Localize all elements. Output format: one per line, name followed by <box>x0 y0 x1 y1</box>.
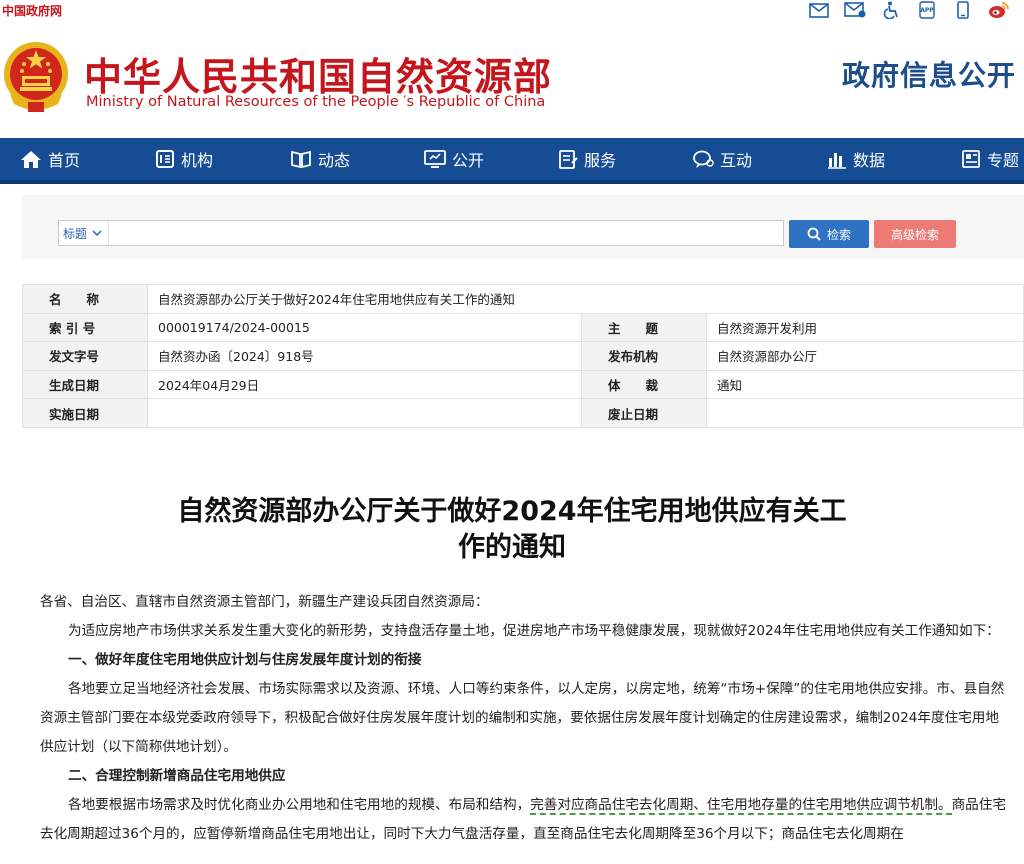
document-title: 自然资源部办公厅关于做好2024年住宅用地供应有关工 作的通知 <box>100 494 924 566</box>
search-area: 标题 检索 高级检索 <box>22 195 1024 259</box>
section2-text-a: 各地要根据市场需求及时优化商业办公用地和住宅用地的规模、布局和结构， <box>68 797 531 813</box>
advanced-search-button[interactable]: 高级检索 <box>874 220 956 248</box>
meta-row: 发文字号 自然资办函〔2024〕918号 发布机构 自然资源部办公厅 <box>22 341 1024 371</box>
salutation: 各省、自治区、直辖市自然资源主管部门，新疆生产建设兵团自然资源局： <box>40 594 489 610</box>
nav-item-news[interactable]: 动态 <box>290 138 350 180</box>
gov-info-disclosure-title[interactable]: 政府信息公开 <box>842 54 1016 94</box>
section2-heading: 二、合理控制新增商品住宅用地供应 <box>68 768 286 784</box>
document-title-line1: 自然资源部办公厅关于做好2024年住宅用地供应有关工 <box>177 496 847 527</box>
national-emblem-icon <box>2 40 70 116</box>
search-button-label: 检索 <box>826 227 851 242</box>
meta-value-docno: 自然资办函〔2024〕918号 <box>147 341 582 371</box>
meta-label-index: 索 引 号 <box>22 312 148 343</box>
meta-label-genre: 体 裁 <box>581 369 707 400</box>
meta-label-name: 名 称 <box>22 284 148 314</box>
service-icon <box>559 150 578 169</box>
meta-row: 生成日期 2024年04月29日 体 裁 通知 <box>22 369 1024 400</box>
nav-item-data[interactable]: 数据 <box>827 138 885 180</box>
search-field-select[interactable]: 标题 <box>59 221 109 245</box>
nav-label: 首页 <box>48 151 81 170</box>
meta-label-effective: 实施日期 <box>22 398 148 428</box>
nav-label: 机构 <box>181 151 214 170</box>
intro-paragraph: 为适应房地产市场供求关系发生重大变化的新形势，支持盘活存量土地，促进房地产市场平… <box>68 623 1000 639</box>
nav-label: 服务 <box>584 151 617 170</box>
search-box: 标题 <box>58 220 784 246</box>
email-subscribe-icon[interactable] <box>844 1 866 19</box>
chevron-down-icon <box>92 230 102 237</box>
nav-label: 动态 <box>318 151 351 170</box>
meta-value-issuer: 自然资源部办公厅 <box>706 341 1024 371</box>
app-icon[interactable]: APP <box>916 1 938 19</box>
meta-value-index: 000019174/2024-00015 <box>147 312 582 343</box>
institution-icon <box>156 150 174 168</box>
site-title-en: Ministry of Natural Resources of the Peo… <box>86 94 546 110</box>
meta-row: 索 引 号 000019174/2024-00015 主 题 自然资源开发利用 <box>22 312 1024 343</box>
nav-item-interaction[interactable]: 互动 <box>692 138 752 180</box>
nav-label: 互动 <box>720 151 753 170</box>
document-meta-table: 名 称 自然资源部办公厅关于做好2024年住宅用地供应有关工作的通知 索 引 号… <box>22 284 1024 428</box>
nav-item-home[interactable]: 首页 <box>20 138 80 180</box>
app-icon-text: APP <box>920 6 934 14</box>
nav-item-disclosure[interactable]: 公开 <box>424 138 484 180</box>
meta-value-genre: 通知 <box>706 369 1024 400</box>
search-field-label: 标题 <box>63 226 88 241</box>
nav-label: 公开 <box>452 151 485 170</box>
news-icon <box>291 150 311 169</box>
meta-value-date: 2024年04月29日 <box>147 369 582 400</box>
data-icon <box>828 153 846 169</box>
meta-label-expiry: 废止日期 <box>581 398 707 428</box>
meta-label-docno: 发文字号 <box>22 341 148 371</box>
search-input[interactable] <box>109 221 783 245</box>
meta-row: 名 称 自然资源部办公厅关于做好2024年住宅用地供应有关工作的通知 <box>22 284 1024 314</box>
meta-value-topic: 自然资源开发利用 <box>706 312 1024 343</box>
utility-icons: APP <box>808 0 1010 20</box>
meta-label-issuer: 发布机构 <box>581 341 707 371</box>
meta-row: 实施日期 废止日期 <box>22 398 1024 428</box>
nav-item-service[interactable]: 服务 <box>558 138 616 180</box>
accessibility-icon[interactable] <box>880 1 902 19</box>
main-nav: 首页 机构 动态 公开 服务 互动 数据 专题 <box>0 138 1024 184</box>
nav-item-topic[interactable]: 专题 <box>961 138 1019 180</box>
site-header: 中华人民共和国自然资源部 Ministry of Natural Resourc… <box>0 22 1024 138</box>
section2-paragraph: 各地要根据市场需求及时优化商业办公用地和住宅用地的规模、布局和结构，完善对应商品… <box>40 791 1008 849</box>
section2-highlighted-text: 完善对应商品住宅去化周期、住宅用地存量的住宅用地供应调节机制。 <box>530 797 952 815</box>
document-body: 各省、自治区、直辖市自然资源主管部门，新疆生产建设兵团自然资源局： 为适应房地产… <box>40 588 1008 849</box>
disclosure-icon <box>424 150 446 168</box>
section1-paragraph: 各地要立足当地经济社会发展、市场实际需求以及资源、环境、人口等约束条件，以人定房… <box>40 681 1005 755</box>
search-icon <box>807 227 821 241</box>
gov-portal-link[interactable]: 中国政府网 <box>2 2 62 19</box>
mobile-icon[interactable] <box>952 1 974 19</box>
meta-value-expiry <box>706 398 1024 428</box>
site-title-cn: 中华人民共和国自然资源部 <box>84 55 553 99</box>
nav-label: 专题 <box>987 151 1020 170</box>
document-title-line2: 作的通知 <box>458 532 566 563</box>
interaction-icon <box>693 150 714 168</box>
top-utility-bar: 中国政府网 APP <box>0 0 1024 22</box>
meta-value-effective <box>147 398 582 428</box>
section1-heading: 一、做好年度住宅用地供应计划与住房发展年度计划的衔接 <box>68 652 422 668</box>
meta-label-topic: 主 题 <box>581 312 707 343</box>
mail-icon[interactable] <box>808 1 830 19</box>
topic-icon <box>962 150 980 168</box>
nav-item-institution[interactable]: 机构 <box>155 138 213 180</box>
meta-value-name: 自然资源部办公厅关于做好2024年住宅用地供应有关工作的通知 <box>147 284 1024 314</box>
nav-label: 数据 <box>853 151 886 170</box>
home-icon <box>21 151 41 168</box>
search-button[interactable]: 检索 <box>789 220 869 248</box>
meta-label-date: 生成日期 <box>22 369 148 400</box>
weibo-icon[interactable] <box>988 1 1010 19</box>
